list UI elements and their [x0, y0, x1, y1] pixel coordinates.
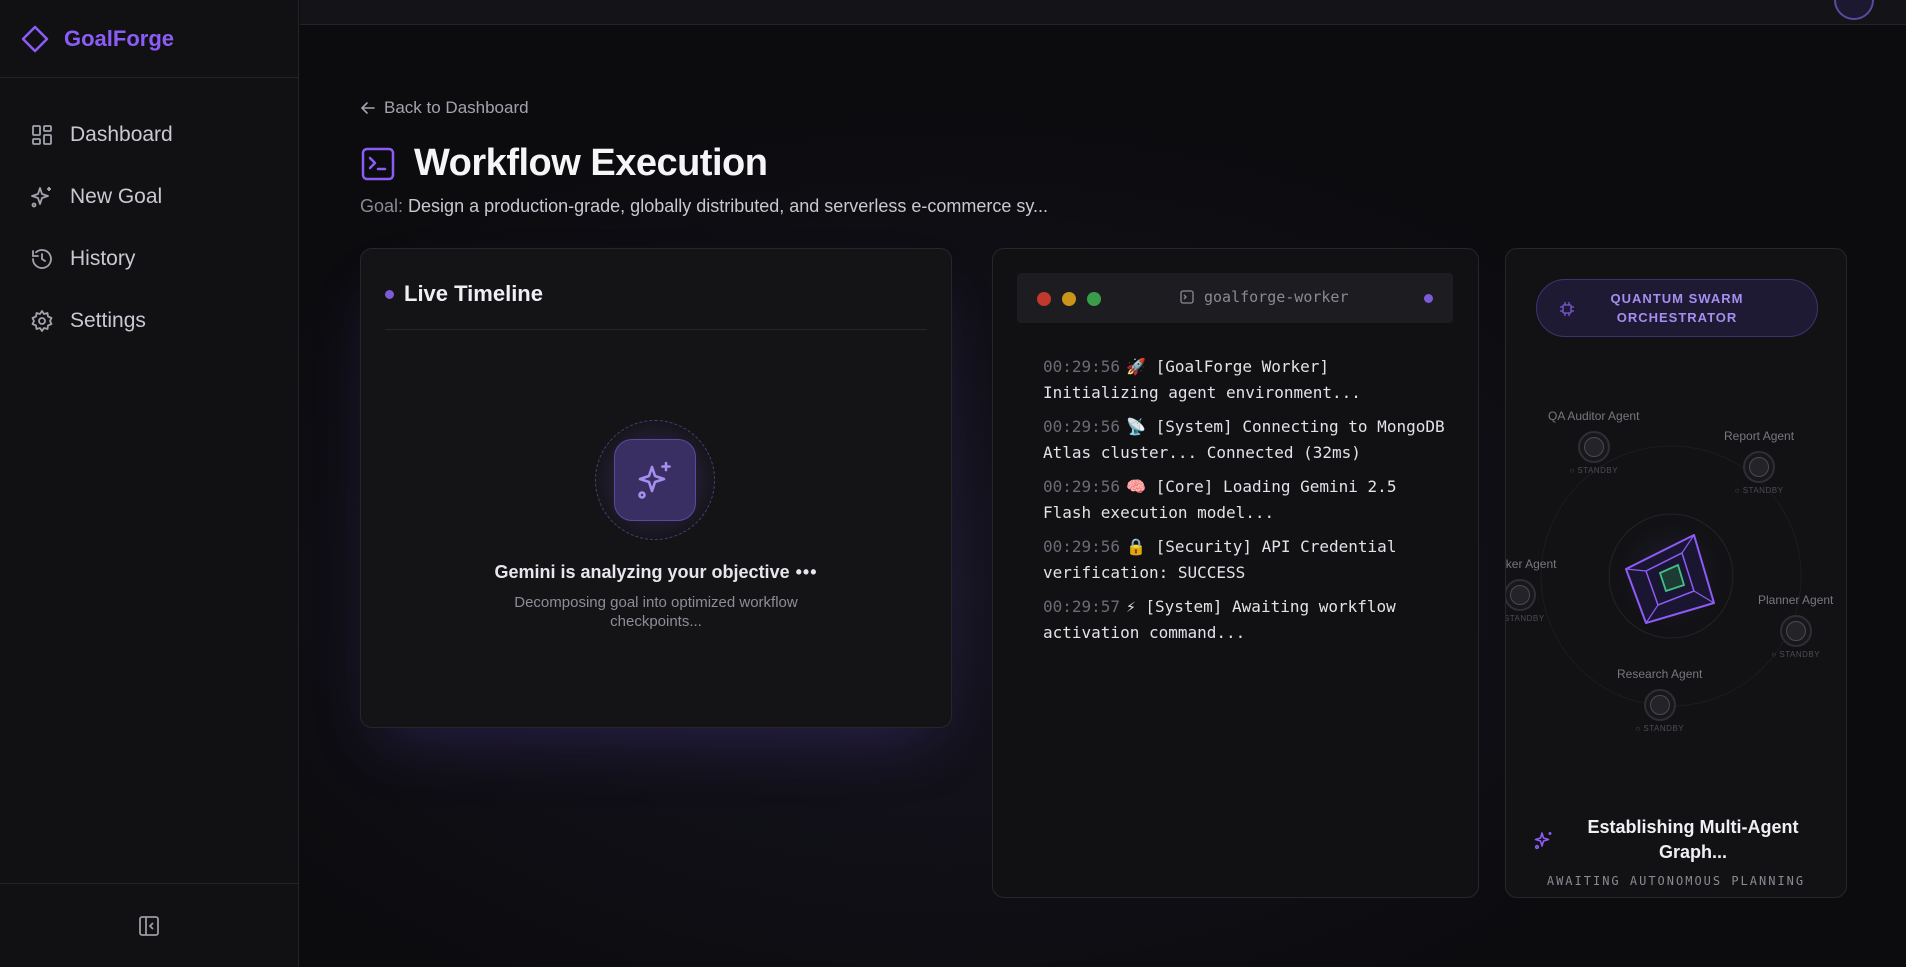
sidebar-item-dashboard[interactable]: Dashboard [0, 104, 298, 166]
sidebar-item-label: New Goal [70, 185, 163, 208]
terminal-title-bar: goalforge-worker [1017, 273, 1453, 323]
gear-icon [31, 310, 53, 332]
main-content: Back to Dashboard Workflow Execution Goa… [300, 25, 1906, 967]
analyzing-status: Gemini is analyzing your objective ••• [361, 562, 951, 583]
goal-label: Goal: [360, 196, 404, 216]
sidebar-footer [0, 883, 298, 967]
sidebar-item-new-goal[interactable]: New Goal [0, 166, 298, 228]
sidebar: GoalForge Dashboard New Goal History Set… [0, 0, 299, 967]
terminal-icon [361, 147, 395, 180]
agent-status: ○ STANDBY [1734, 486, 1784, 495]
sidebar-item-label: History [70, 247, 136, 270]
sparkles-icon [638, 461, 671, 499]
loading-ring [595, 420, 715, 540]
agent-qa-auditor[interactable]: QA Auditor Agent ○ STANDBY [1548, 409, 1639, 475]
awaiting-planning-text: AWAITING AUTONOMOUS PLANNING [1546, 874, 1806, 888]
terminal-status-dot [1424, 294, 1433, 303]
page-title: Workflow Execution [414, 142, 768, 184]
timeline-header: Live Timeline [385, 281, 543, 307]
diamond-logo-icon [21, 25, 49, 52]
brain-icon: 🧠 [1126, 477, 1146, 496]
back-to-dashboard-link[interactable]: Back to Dashboard [360, 98, 529, 118]
lock-icon: 🔒 [1126, 537, 1146, 556]
sidebar-nav: Dashboard New Goal History Settings [0, 78, 298, 352]
agent-name: Planner Agent [1758, 593, 1834, 607]
agent-worker[interactable]: Worker Agent ○ STANDBY [1505, 557, 1557, 623]
log-line: 00:29:57 ⚡ [System] Awaiting workflow act… [1043, 594, 1453, 646]
dashboard-icon [32, 125, 52, 145]
live-timeline-card: Live Timeline Gemini is analyzing your o… [360, 248, 952, 728]
terminal-name-label: goalforge-worker [1204, 288, 1349, 306]
agent-name: Worker Agent [1505, 557, 1557, 571]
divider [385, 329, 927, 330]
terminal-log: 00:29:56 🚀 [GoalForge Worker] Initializin… [1043, 354, 1453, 654]
collapse-sidebar-icon[interactable] [138, 915, 160, 937]
swarm-orchestrator-card: QUANTUM SWARM ORCHESTRATOR QA Auditor Age… [1505, 248, 1847, 898]
swarm-core-icon [1606, 511, 1736, 641]
agent-node [1577, 431, 1610, 463]
agent-node [1643, 689, 1676, 721]
agent-name: Report Agent [1724, 429, 1795, 443]
app-name: GoalForge [64, 25, 175, 51]
arrow-left-icon [360, 102, 375, 114]
agent-status: ○ STANDBY [1771, 650, 1821, 659]
log-line: 00:29:56 🚀 [GoalForge Worker] Initializin… [1043, 354, 1453, 406]
lightning-icon: ⚡ [1126, 597, 1136, 616]
agent-name: Research Agent [1617, 667, 1703, 681]
history-icon [32, 249, 52, 269]
log-time: 00:29:56 [1043, 477, 1121, 496]
agent-status: ○ STANDBY [1505, 614, 1545, 623]
agent-research[interactable]: Research Agent ○ STANDBY [1617, 667, 1702, 733]
agent-node [1506, 579, 1537, 611]
satellite-icon: 📡 [1126, 417, 1146, 436]
log-time: 00:29:57 [1043, 597, 1121, 616]
close-dot-icon[interactable] [1037, 292, 1051, 306]
log-time: 00:29:56 [1043, 417, 1121, 436]
establishing-status: Establishing Multi-Agent Graph... [1534, 815, 1824, 865]
sparkle-tile [614, 439, 696, 521]
log-line: 00:29:56 🧠 [Core] Loading Gemini 2.5 Flas… [1043, 474, 1453, 526]
agent-status: ○ STANDBY [1569, 466, 1619, 475]
terminal-name: goalforge-worker [1180, 288, 1349, 306]
agent-status: ○ STANDBY [1635, 724, 1685, 733]
sidebar-item-label: Settings [70, 309, 146, 332]
status-dot [385, 289, 394, 299]
worker-terminal: goalforge-worker 00:29:56 🚀 [GoalForge Wo… [992, 248, 1479, 898]
agent-name: QA Auditor Agent [1548, 409, 1640, 423]
log-time: 00:29:56 [1043, 357, 1121, 376]
sidebar-item-label: Dashboard [70, 123, 173, 146]
maximize-dot-icon[interactable] [1087, 292, 1101, 306]
minimize-dot-icon[interactable] [1062, 292, 1076, 306]
analyzing-text: Gemini is analyzing your objective [494, 562, 790, 582]
rocket-icon: 🚀 [1126, 357, 1146, 376]
log-time: 00:29:56 [1043, 537, 1121, 556]
back-label: Back to Dashboard [384, 98, 529, 117]
terminal-icon [1180, 290, 1194, 304]
sidebar-item-settings[interactable]: Settings [0, 290, 298, 352]
loading-dots: ••• [795, 562, 818, 582]
agent-report[interactable]: Report Agent ○ STANDBY [1724, 429, 1794, 495]
goal-text: Design a production-grade, globally dist… [408, 196, 1049, 216]
log-line: 00:29:56 🔒 [Security] API Credential veri… [1043, 534, 1453, 586]
cube-icon [1611, 516, 1731, 636]
agent-node [1743, 451, 1776, 483]
page-title-row: Workflow Execution [360, 142, 768, 185]
agent-node [1779, 615, 1812, 647]
establishing-text: Establishing Multi-Agent Graph... [1587, 817, 1799, 862]
sparkles-icon [1534, 832, 1552, 850]
analyzing-substatus: Decomposing goal into optimized workflow… [514, 594, 798, 630]
log-line: 00:29:56 📡 [System] Connecting to MongoDB… [1043, 414, 1453, 466]
top-bar [300, 0, 1906, 25]
avatar[interactable] [1834, 0, 1874, 20]
sparkles-icon [31, 187, 51, 208]
goal-description: Goal: Design a production-grade, globall… [360, 196, 1048, 217]
agent-planner[interactable]: Planner Agent ○ STANDBY [1758, 593, 1833, 659]
timeline-title: Live Timeline [404, 281, 543, 306]
brand[interactable]: GoalForge [0, 0, 298, 78]
sidebar-item-history[interactable]: History [0, 228, 298, 290]
